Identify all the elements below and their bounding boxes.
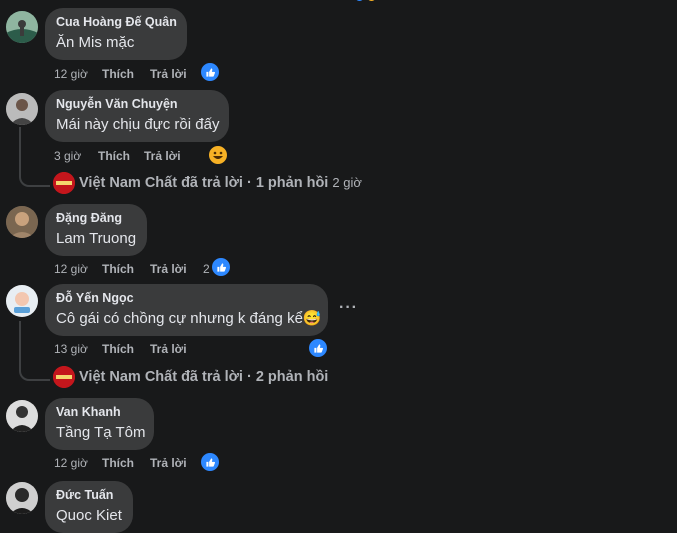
like-reaction-icon[interactable] xyxy=(308,338,328,358)
like-link[interactable]: Thích xyxy=(102,456,134,470)
comment-bubble: Đỗ Yến Ngọc Cô gái có chồng cự nhưng k đ… xyxy=(45,284,328,336)
reply-thread-line xyxy=(19,321,50,381)
comment-text: Mái này chịu đực rồi đấy xyxy=(56,116,220,133)
like-reaction-icon[interactable] xyxy=(200,62,220,82)
page-avatar xyxy=(53,172,75,194)
comment-time[interactable]: 12 giờ xyxy=(54,456,88,470)
page-avatar xyxy=(53,366,75,388)
reply-link[interactable]: Trả lời xyxy=(144,149,181,163)
comment-text: Cô gái có chồng cự nhưng k đáng kể😅 xyxy=(56,310,322,327)
comment-text: Ăn Mis mặc xyxy=(56,34,135,51)
reply-summary: Việt Nam Chất đã trả lời · 2 phản hồi xyxy=(79,369,328,385)
comment-bubble: Nguyễn Văn Chuyện Mái này chịu đực rồi đ… xyxy=(45,90,229,142)
like-link[interactable]: Thích xyxy=(102,67,134,81)
comment-bubble: Cua Hoàng Đế Quân Ăn Mis mặc xyxy=(45,8,187,60)
avatar[interactable] xyxy=(6,285,38,317)
comment-text: Lam Truong xyxy=(56,230,137,247)
like-link[interactable]: Thích xyxy=(102,262,134,276)
comment-text: Quoc Kiet xyxy=(56,507,122,524)
comment-bubble: Đặng Đăng Lam Truong xyxy=(45,204,147,256)
reaction-count[interactable]: 2 xyxy=(203,262,210,276)
comment-text: Tầng Tạ Tôm xyxy=(56,424,146,441)
reply-summary-label: Việt Nam Chất đã trả lời · 1 phản hồi xyxy=(79,175,329,191)
reply-link[interactable]: Trả lời xyxy=(150,262,187,276)
like-link[interactable]: Thích xyxy=(98,149,130,163)
comment-time[interactable]: 12 giờ xyxy=(54,262,88,276)
avatar[interactable] xyxy=(6,206,38,238)
haha-reaction-icon[interactable] xyxy=(208,145,228,165)
comment-time[interactable]: 12 giờ xyxy=(54,67,88,81)
like-link[interactable]: Thích xyxy=(102,342,134,356)
reply-link[interactable]: Trả lời xyxy=(150,67,187,81)
comment-author[interactable]: Cua Hoàng Đế Quân xyxy=(56,15,177,30)
avatar[interactable] xyxy=(6,93,38,125)
comment-author[interactable]: Van Khanh xyxy=(56,405,142,420)
avatar[interactable] xyxy=(6,482,38,514)
comment-author[interactable]: Đỗ Yến Ngọc xyxy=(56,291,316,306)
reply-link[interactable]: Trả lời xyxy=(150,456,187,470)
reply-time: 2 giờ xyxy=(332,175,362,190)
reply-summary-label: Việt Nam Chất đã trả lời · 2 phản hồi xyxy=(79,369,329,385)
comment-author[interactable]: Đức Tuấn xyxy=(56,488,121,503)
avatar[interactable] xyxy=(6,11,38,43)
avatar[interactable] xyxy=(6,400,38,432)
like-reaction-icon[interactable] xyxy=(211,257,231,277)
reply-link[interactable]: Trả lời xyxy=(150,342,187,356)
reply-thread-line xyxy=(19,127,50,187)
comment-time[interactable]: 13 giờ xyxy=(54,342,88,356)
comment-author[interactable]: Nguyễn Văn Chuyện xyxy=(56,97,217,112)
like-reaction-icon[interactable] xyxy=(200,452,220,472)
comment-bubble: Van Khanh Tầng Tạ Tôm xyxy=(45,398,154,450)
top-reaction-fragment xyxy=(355,0,385,2)
comment-time[interactable]: 3 giờ xyxy=(54,149,81,163)
comment-author[interactable]: Đặng Đăng xyxy=(56,211,135,226)
more-options-button[interactable]: ··· xyxy=(339,299,358,317)
reply-summary: Việt Nam Chất đã trả lời · 1 phản hồi 2 … xyxy=(79,175,362,191)
comment-bubble: Đức Tuấn Quoc Kiet xyxy=(45,481,133,533)
